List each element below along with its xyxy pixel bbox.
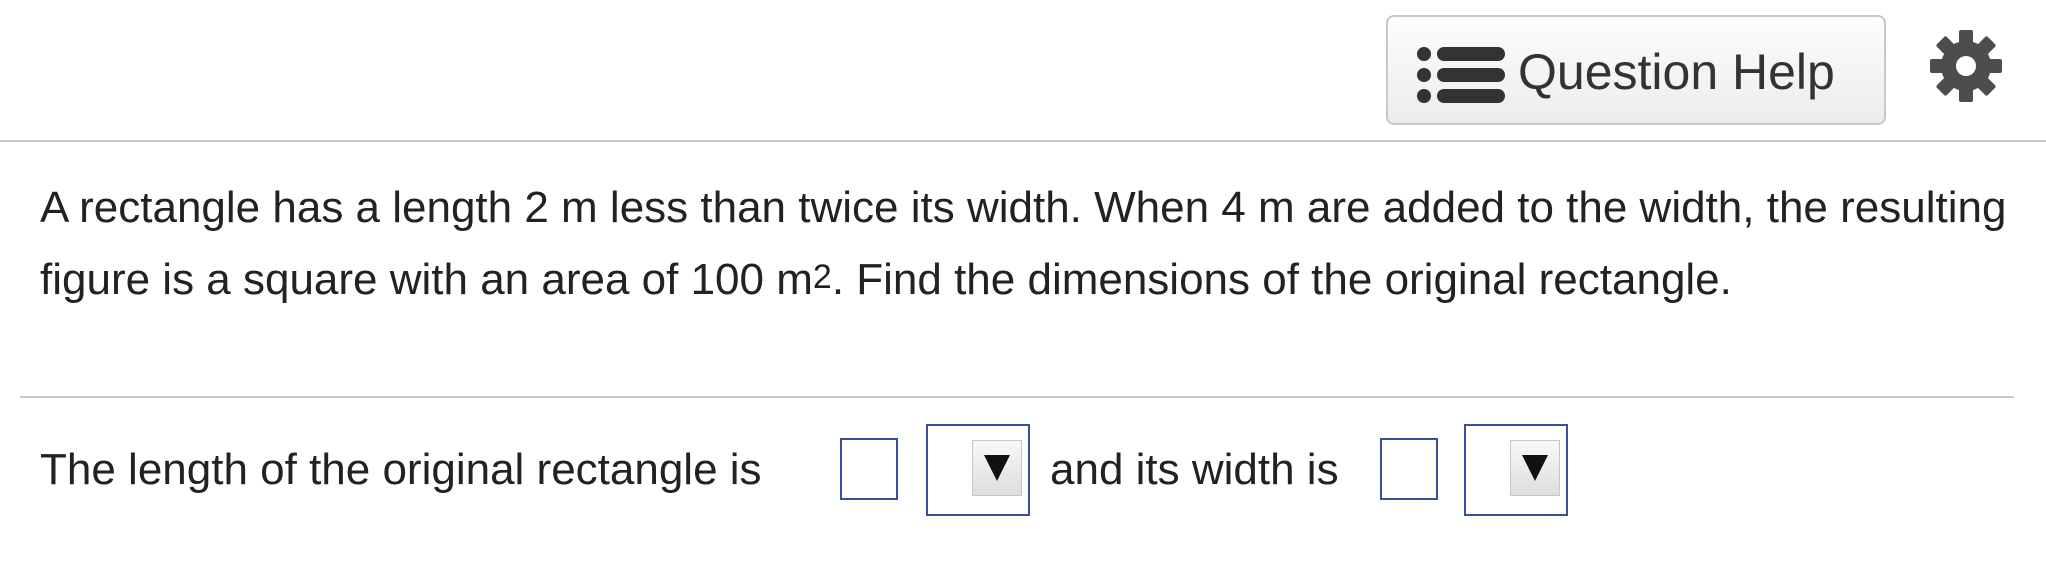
dropdown-arrow-icon: [1522, 455, 1548, 481]
question-text-end: . Find the dimensions of the original re…: [831, 255, 1732, 304]
question-help-label: Question Help: [1518, 44, 1835, 100]
length-answer-input[interactable]: [840, 438, 898, 500]
gear-icon[interactable]: [1928, 28, 2004, 104]
length-unit-selected: [932, 426, 972, 514]
area-exponent: 2: [812, 258, 832, 296]
question-help-button[interactable]: Question Help: [1386, 15, 1886, 125]
answer-line: The length of the original rectangle is …: [40, 424, 2030, 516]
length-unit-arrow[interactable]: [972, 440, 1022, 496]
section-divider: [20, 396, 2014, 398]
list-icon: [1417, 47, 1505, 103]
answer-prompt-length: The length of the original rectangle is: [40, 445, 762, 494]
width-answer-input[interactable]: [1380, 438, 1438, 500]
length-unit-dropdown[interactable]: [926, 424, 1030, 516]
question-toolbar: Question Help: [0, 0, 2046, 142]
width-unit-selected: [1470, 426, 1510, 514]
answer-prompt-width: and its width is: [1050, 445, 1339, 494]
dropdown-arrow-icon: [984, 455, 1010, 481]
width-unit-arrow[interactable]: [1510, 440, 1560, 496]
question-text: A rectangle has a length 2 m less than t…: [40, 172, 2030, 316]
width-unit-dropdown[interactable]: [1464, 424, 1568, 516]
